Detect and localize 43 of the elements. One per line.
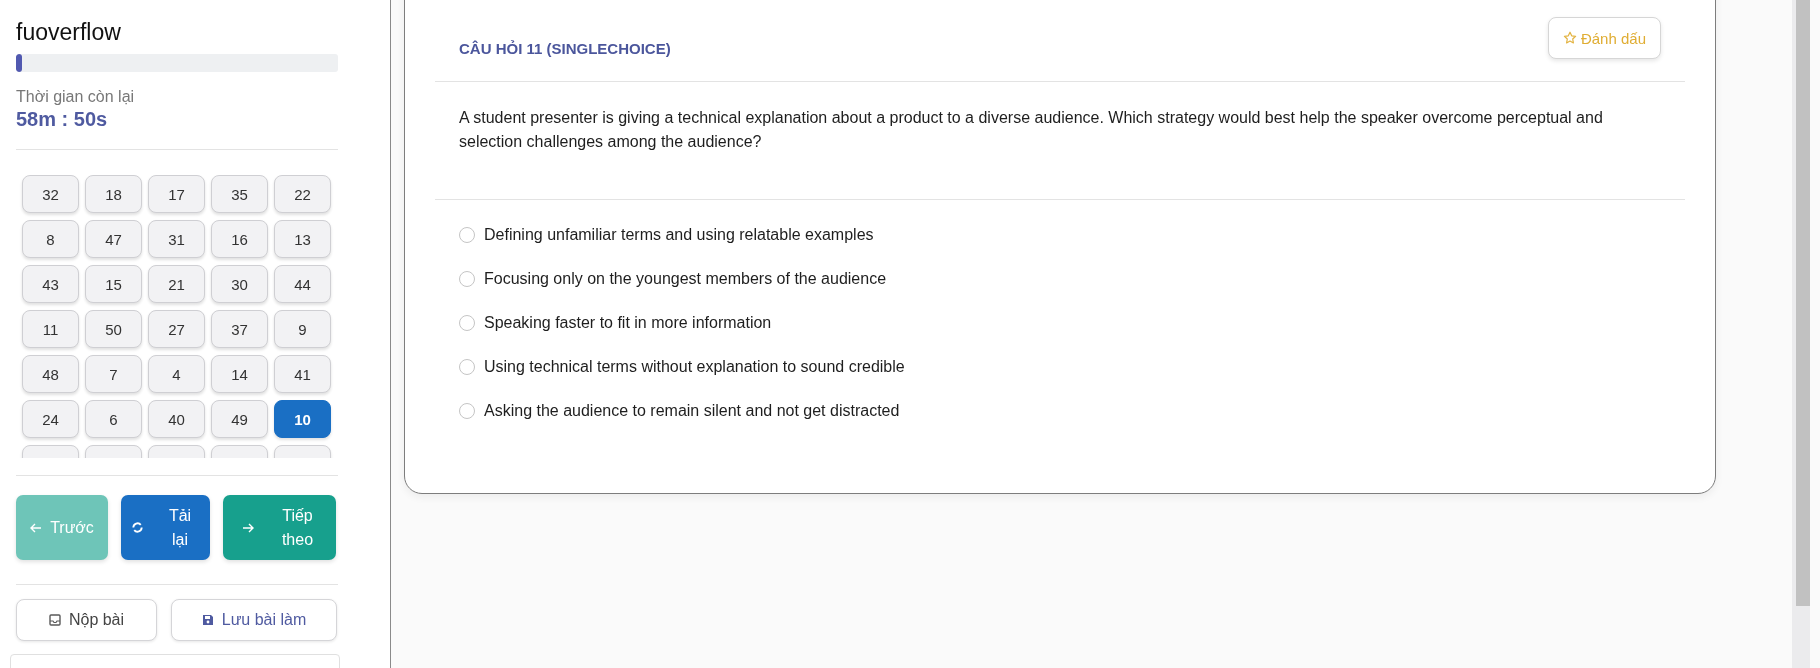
question-button[interactable]: 35 xyxy=(211,175,268,213)
question-button[interactable]: 32 xyxy=(22,175,79,213)
question-button[interactable]: 15 xyxy=(85,265,142,303)
action-button[interactable]: Lưu bài làm xyxy=(171,599,337,641)
answer-option[interactable]: Focusing only on the youngest members of the audience xyxy=(459,270,887,288)
question-button[interactable]: 41 xyxy=(274,355,331,393)
question-button[interactable]: 40 xyxy=(148,400,205,438)
answer-option[interactable]: Asking the audience to remain silent and not get distracted xyxy=(459,402,900,420)
question-button[interactable]: 13 xyxy=(274,220,331,258)
question-button[interactable]: 31 xyxy=(148,220,205,258)
question-button[interactable]: 37 xyxy=(211,310,268,348)
question-button[interactable]: 44 xyxy=(274,265,331,303)
question-button[interactable]: 48 xyxy=(22,355,79,393)
question-button[interactable]: 22 xyxy=(274,175,331,213)
question-header: CÂU HỎI 11 (SINGLECHOICE) xyxy=(459,39,671,57)
answer-option[interactable]: Defining unfamiliar terms and using relatable examples xyxy=(459,226,874,244)
question-button[interactable]: 14 xyxy=(211,355,268,393)
answer-option[interactable]: Speaking faster to fit in more information xyxy=(459,314,772,332)
question-button[interactable]: 17 xyxy=(148,175,205,213)
question-button[interactable]: 21 xyxy=(148,265,205,303)
question-button[interactable]: 7 xyxy=(85,355,142,393)
question-button[interactable]: 16 xyxy=(211,220,268,258)
question-button[interactable]: 49 xyxy=(211,400,268,438)
question-button[interactable]: 9 xyxy=(274,310,331,348)
question-button[interactable]: 30 xyxy=(211,265,268,303)
answer-option[interactable]: Using technical terms without explanation to sound credible xyxy=(459,358,905,376)
question-button[interactable]: 24 xyxy=(22,400,79,438)
timer-label: Thời gian còn lại xyxy=(16,88,136,106)
app-title: fuoverflow xyxy=(16,19,122,47)
question-button[interactable]: 18 xyxy=(85,175,142,213)
question-button[interactable]: 50 xyxy=(85,310,142,348)
question-button[interactable]: 4 xyxy=(148,355,205,393)
timer-value: 58m : 50s xyxy=(16,108,109,131)
question-button[interactable]: 11 xyxy=(22,310,79,348)
question-button[interactable]: 47 xyxy=(85,220,142,258)
question-text: A student presenter is giving a technical explanation about a product to a diverse audience. Which strategy would best help the speaker overcome perceptual and selection challenges among the audience? xyxy=(458,108,1604,152)
question-button[interactable]: 8 xyxy=(22,220,79,258)
question-button[interactable]: 6 xyxy=(85,400,142,438)
question-button[interactable]: 43 xyxy=(22,265,79,303)
action-button[interactable]: Nộp bài xyxy=(16,599,157,641)
question-button[interactable]: 10 xyxy=(274,400,331,438)
nav-button[interactable]: Tải lại xyxy=(121,495,210,560)
question-button[interactable]: 27 xyxy=(148,310,205,348)
